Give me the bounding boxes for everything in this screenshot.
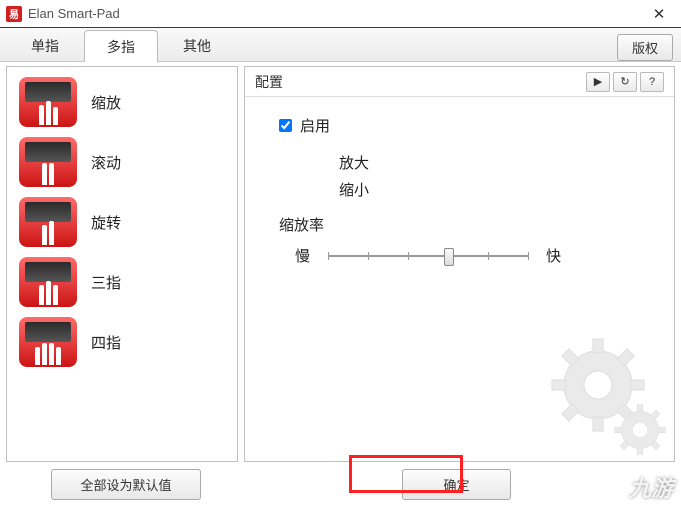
config-panel: 配置 ▶ ↻ ? 启用 放大 缩小 缩放率 慢 bbox=[244, 66, 675, 462]
gesture-label: 旋转 bbox=[91, 212, 121, 233]
gesture-label: 滚动 bbox=[91, 152, 121, 173]
zoom-rate-label: 缩放率 bbox=[279, 214, 646, 235]
gesture-item-rotate[interactable]: 旋转 bbox=[13, 193, 231, 251]
gesture-label: 四指 bbox=[91, 332, 121, 353]
tabs-row: 单指 多指 其他 版权 bbox=[0, 28, 681, 62]
footer: 全部设为默认值 确定 bbox=[0, 462, 681, 506]
tab-multi-finger[interactable]: 多指 bbox=[84, 30, 158, 62]
window-title: Elan Smart-Pad bbox=[28, 6, 120, 21]
zoom-out-label: 缩小 bbox=[339, 179, 646, 200]
refresh-button[interactable]: ↻ bbox=[613, 72, 637, 92]
gesture-item-four-finger[interactable]: 四指 bbox=[13, 313, 231, 371]
gesture-label: 缩放 bbox=[91, 92, 121, 113]
help-button[interactable]: ? bbox=[640, 72, 664, 92]
reset-defaults-button[interactable]: 全部设为默认值 bbox=[51, 469, 200, 500]
app-icon: 易 bbox=[6, 6, 22, 22]
enable-label: 启用 bbox=[300, 115, 330, 136]
gesture-item-scroll[interactable]: 滚动 bbox=[13, 133, 231, 191]
slider-thumb[interactable] bbox=[444, 248, 454, 266]
config-title: 配置 bbox=[255, 72, 283, 92]
zoom-icon bbox=[19, 77, 77, 127]
gears-decoration-icon bbox=[528, 335, 668, 455]
enable-checkbox-row[interactable]: 启用 bbox=[279, 115, 646, 136]
close-button[interactable]: ✕ bbox=[639, 0, 679, 27]
gesture-sidebar: 缩放 滚动 旋转 三指 bbox=[6, 66, 238, 462]
gesture-item-zoom[interactable]: 缩放 bbox=[13, 73, 231, 131]
titlebar: 易 Elan Smart-Pad ✕ bbox=[0, 0, 681, 28]
fast-label: 快 bbox=[546, 245, 561, 266]
gesture-item-three-finger[interactable]: 三指 bbox=[13, 253, 231, 311]
three-finger-icon bbox=[19, 257, 77, 307]
config-header: 配置 ▶ ↻ ? bbox=[245, 67, 674, 97]
tab-single-finger[interactable]: 单指 bbox=[8, 29, 82, 61]
enable-checkbox[interactable] bbox=[279, 119, 292, 132]
zoom-rate-slider[interactable] bbox=[328, 246, 528, 266]
play-button[interactable]: ▶ bbox=[586, 72, 610, 92]
rotate-icon bbox=[19, 197, 77, 247]
copyright-button[interactable]: 版权 bbox=[617, 34, 673, 61]
gesture-label: 三指 bbox=[91, 272, 121, 293]
tab-other[interactable]: 其他 bbox=[160, 29, 234, 61]
scroll-icon bbox=[19, 137, 77, 187]
zoom-in-label: 放大 bbox=[339, 152, 646, 173]
four-finger-icon bbox=[19, 317, 77, 367]
slow-label: 慢 bbox=[295, 245, 310, 266]
ok-button[interactable]: 确定 bbox=[402, 469, 510, 500]
gesture-list[interactable]: 缩放 滚动 旋转 三指 bbox=[7, 67, 237, 461]
